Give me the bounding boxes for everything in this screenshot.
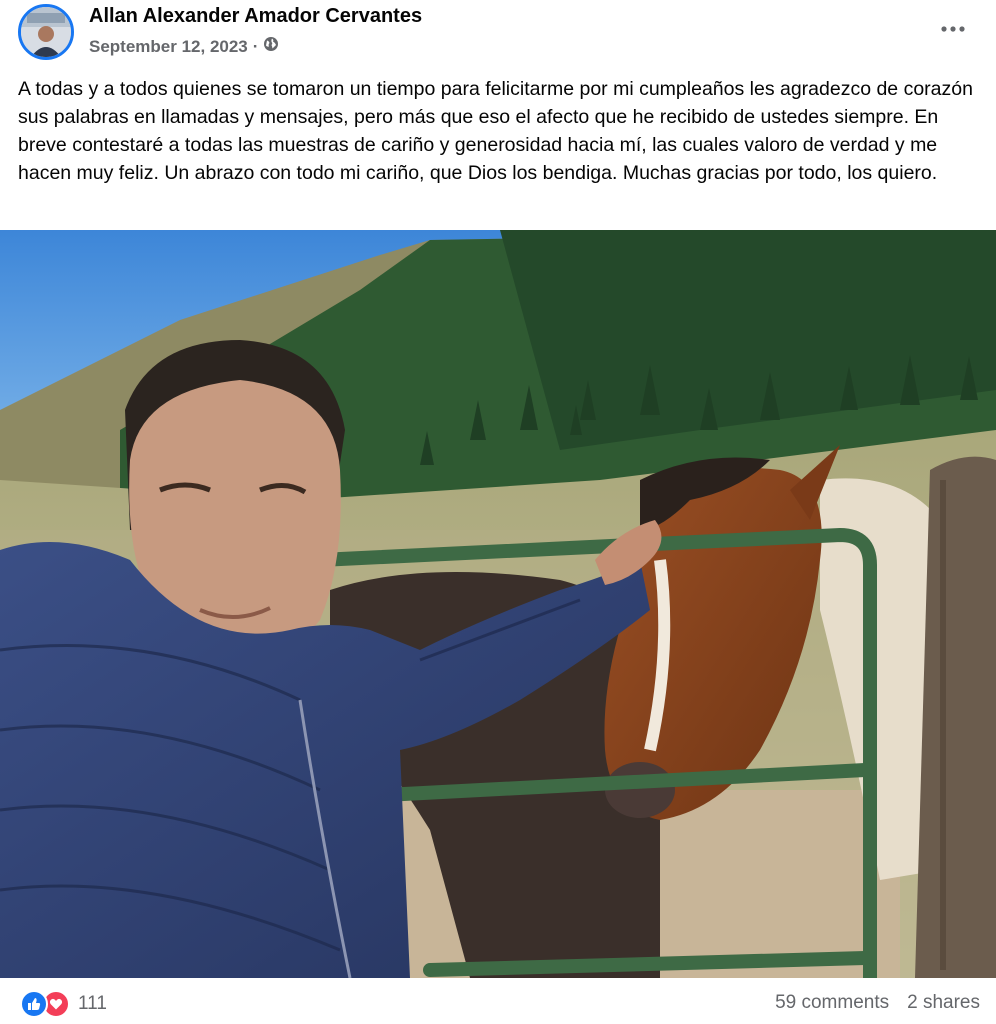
globe-icon[interactable]	[263, 36, 279, 57]
reaction-count: 111	[78, 993, 107, 1014]
reactions-summary[interactable]: 111	[20, 990, 107, 1018]
post-meta: September 12, 2023 ·	[89, 36, 279, 57]
like-icon	[20, 990, 48, 1018]
comments-count[interactable]: 59 comments	[775, 992, 889, 1014]
post-photo[interactable]	[0, 230, 996, 978]
post-footer: 111 59 comments 2 shares	[0, 980, 996, 1024]
post-header: Allan Alexander Amador Cervantes Septemb…	[0, 0, 996, 64]
post-text: A todas y a todos quienes se tomaron un …	[18, 78, 973, 184]
avatar[interactable]	[18, 4, 74, 60]
shares-count[interactable]: 2 shares	[907, 992, 980, 1014]
post-date[interactable]: September 12, 2023	[89, 37, 248, 57]
more-options-icon[interactable]	[936, 12, 970, 46]
meta-separator: ·	[252, 36, 259, 56]
engagement-counts: 59 comments 2 shares	[775, 992, 980, 1014]
author-name[interactable]: Allan Alexander Amador Cervantes	[89, 5, 422, 28]
